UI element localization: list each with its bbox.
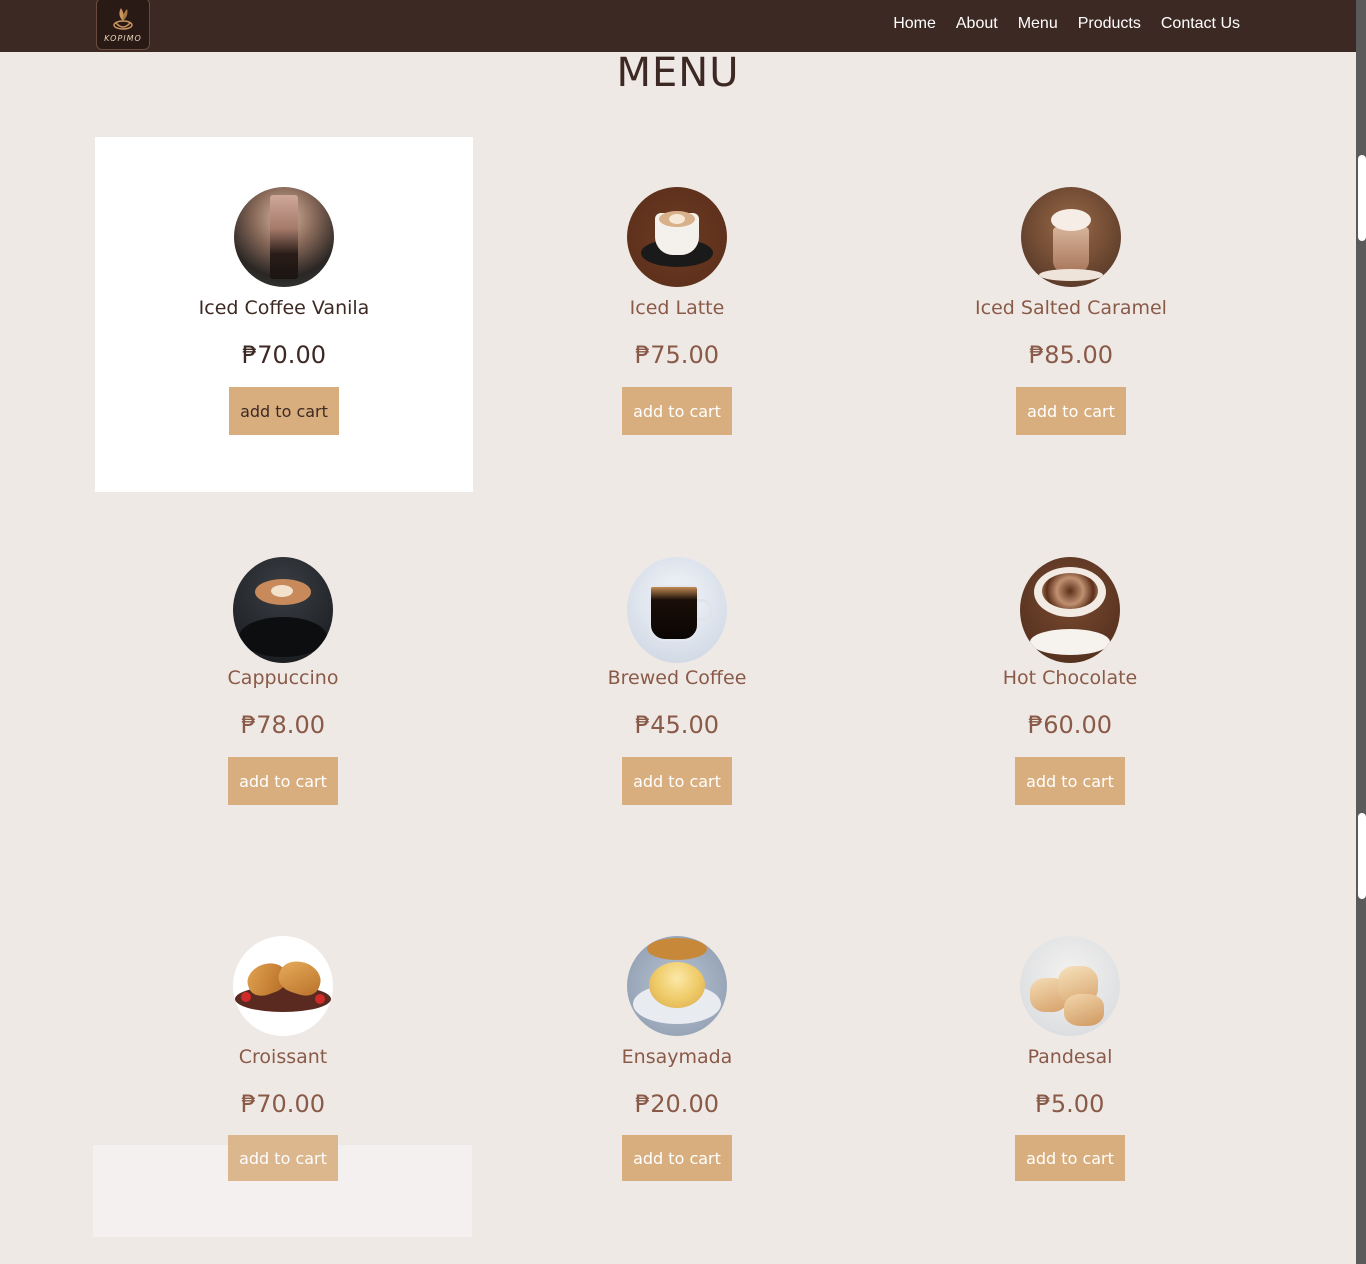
product-name: Iced Coffee Vanila (198, 297, 370, 319)
product-name: Iced Salted Caramel (975, 297, 1167, 319)
add-to-cart-button[interactable]: add to cart (229, 387, 339, 435)
product-card[interactable]: Croissant ₱70.00 add to cart (94, 886, 472, 1241)
product-price: ₱20.00 (635, 1090, 719, 1118)
add-to-cart-button[interactable]: add to cart (228, 757, 338, 805)
page-scrollbar[interactable] (1356, 0, 1366, 1264)
product-price: ₱85.00 (1029, 341, 1113, 369)
product-card[interactable]: Pandesal ₱5.00 add to cart (881, 886, 1259, 1241)
brand-logo[interactable]: KOPIMO (96, 0, 150, 50)
product-card[interactable]: Iced Salted Caramel ₱85.00 add to cart (882, 137, 1260, 492)
product-name: Croissant (238, 1046, 328, 1068)
product-price: ₱75.00 (635, 341, 719, 369)
nav-products[interactable]: Products (1078, 15, 1141, 33)
add-to-cart-button[interactable]: add to cart (1015, 757, 1125, 805)
add-to-cart-button[interactable]: add to cart (1016, 387, 1126, 435)
product-name: Brewed Coffee (607, 667, 747, 689)
add-to-cart-button[interactable]: add to cart (228, 1135, 338, 1181)
brewed-coffee-icon (627, 557, 727, 663)
add-to-cart-button[interactable]: add to cart (622, 1135, 732, 1181)
nav-home[interactable]: Home (893, 15, 936, 33)
product-name: Pandesal (1027, 1046, 1113, 1068)
product-card[interactable]: Ensaymada ₱20.00 add to cart (488, 886, 866, 1241)
nav-menu[interactable]: Menu (1018, 15, 1058, 33)
product-price: ₱45.00 (635, 711, 719, 739)
nav-about[interactable]: About (956, 15, 998, 33)
product-card[interactable]: Hot Chocolate ₱60.00 add to cart (881, 507, 1259, 862)
caramel-drink-icon (1021, 187, 1121, 287)
page-title: MENU (616, 50, 740, 96)
cappuccino-icon (233, 557, 333, 663)
product-card[interactable]: Iced Coffee Vanila ₱70.00 add to cart (95, 137, 473, 492)
logo-text: KOPIMO (104, 34, 142, 43)
product-price: ₱5.00 (1035, 1090, 1105, 1118)
product-price: ₱78.00 (241, 711, 325, 739)
product-name: Cappuccino (227, 667, 339, 689)
add-to-cart-button[interactable]: add to cart (622, 757, 732, 805)
add-to-cart-button[interactable]: add to cart (1015, 1135, 1125, 1181)
product-card[interactable]: Brewed Coffee ₱45.00 add to cart (488, 507, 866, 862)
pandesal-icon (1020, 936, 1120, 1036)
add-to-cart-button[interactable]: add to cart (622, 387, 732, 435)
product-price: ₱70.00 (242, 341, 326, 369)
main-nav: Home About Menu Products Contact Us (893, 0, 1240, 48)
ensaymada-icon (627, 936, 727, 1036)
product-card[interactable]: Iced Latte ₱75.00 add to cart (488, 137, 866, 492)
iced-coffee-icon (234, 187, 334, 287)
product-name: Iced Latte (629, 297, 725, 319)
nav-contact-us[interactable]: Contact Us (1161, 15, 1240, 33)
product-price: ₱70.00 (241, 1090, 325, 1118)
scrollbar-thumb[interactable] (1358, 155, 1366, 241)
coffee-leaf-logo-icon (113, 8, 133, 30)
hot-chocolate-icon (1020, 557, 1120, 663)
product-name: Hot Chocolate (1002, 667, 1138, 689)
top-navbar: KOPIMO Home About Menu Products Contact … (0, 0, 1356, 52)
product-name: Ensaymada (621, 1046, 733, 1068)
scrollbar-thumb-secondary[interactable] (1358, 813, 1366, 899)
croissant-icon (233, 936, 333, 1036)
latte-icon (627, 187, 727, 287)
product-price: ₱60.00 (1028, 711, 1112, 739)
product-card[interactable]: Cappuccino ₱78.00 add to cart (94, 507, 472, 862)
